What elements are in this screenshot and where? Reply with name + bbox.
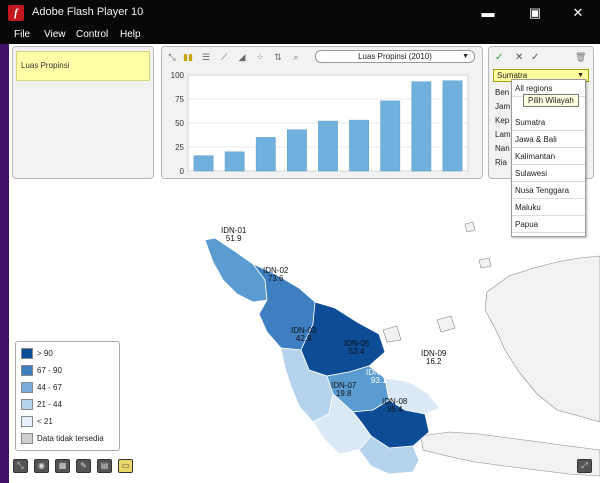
chart-bar[interactable] [286,129,307,172]
menu-help[interactable]: Help [120,29,141,40]
map-label-idn-06: IDN-06 93.1 [366,368,392,385]
indicator-dropdown[interactable]: Luas Propinsi (2010) ▼ [315,50,475,63]
map-island-small [436,315,456,333]
y-tick-label: 50 [175,119,184,128]
legend-swatch [21,399,33,410]
area-chart-icon[interactable]: ◢ [236,52,248,62]
fullscreen-icon[interactable]: ⤡ [13,459,28,473]
map-island-java [420,431,600,477]
minimize-button[interactable]: ▬ [466,0,510,26]
region-list-item[interactable]: Lam [495,130,511,139]
expand-icon[interactable]: ⤢ [577,459,592,473]
menu-control[interactable]: Control [76,29,108,40]
flash-player-window: f Adobe Flash Player 10 ▬ ▣ ✕ File View … [0,0,600,483]
chart-bar[interactable] [255,137,276,172]
region-list-item[interactable]: Ben [495,88,509,97]
zoom-icon[interactable]: ⌕ [290,52,302,62]
image-icon[interactable]: ▦ [55,459,70,473]
map-island-kalimantan [484,255,600,423]
chart-panel: ⤡ ▮▮ ☰ ⟋ ◢ ⁘ ⇅ ⌕ Luas Propinsi (2010) ▼ … [161,46,483,179]
map-label-idn-04: IDN-04 94.6 [314,287,340,304]
legend-swatch [21,433,33,444]
chart-bar[interactable] [380,100,401,172]
y-tick-label: 100 [171,71,185,80]
map-island-small [382,325,402,343]
flash-app-icon: f [8,5,24,21]
title-bar: f Adobe Flash Player 10 ▬ ▣ ✕ [0,0,600,26]
note-icon[interactable]: ▭ [118,459,133,473]
map-label-idn-09: IDN-09 16.2 [421,349,447,366]
title-panel: Luas Propinsi [12,46,154,179]
close-button[interactable]: ✕ [556,0,600,26]
map-legend: > 90 67 - 90 44 - 67 21 - 44 < 21 Data t… [15,341,120,451]
indicator-title[interactable]: Luas Propinsi [16,51,150,81]
dropdown-option-kalimantan[interactable]: Kalimantan [512,148,585,165]
table-icon[interactable]: ▤ [97,459,112,473]
legend-swatch [21,416,33,427]
window-title: Adobe Flash Player 10 [32,6,144,18]
eye-icon[interactable]: ◉ [34,459,49,473]
map-label-idn-03: IDN-03 42.9 [291,326,317,343]
map-label-idn-01: IDN-01 51.9 [221,226,247,243]
dropdown-option-maluku[interactable]: Maluku [512,199,585,216]
chevron-down-icon: ▼ [462,53,469,60]
region-list-item[interactable]: Ria [495,158,507,167]
map-label-idn-07: IDN-07 19.8 [331,381,357,398]
y-tick-label: 75 [175,95,184,104]
chart-bar[interactable] [411,81,432,172]
menu-view[interactable]: View [44,29,66,40]
region-list-item[interactable]: Jam [495,102,510,111]
chart-bar[interactable] [318,120,338,172]
bar-chart-icon[interactable]: ▮▮ [182,52,194,62]
chart-bar[interactable] [442,80,463,172]
map-label-idn-05: IDN-05 53.4 [344,339,370,356]
dropdown-option-nusa-tenggara[interactable]: Nusa Tenggara [512,182,585,199]
map-label-idn-08: IDN-08 35.4 [382,397,408,414]
map-label-idn-02: IDN-02 73.6 [263,266,289,283]
indicator-dropdown-value: Luas Propinsi (2010) [358,52,432,61]
dropdown-option-sulawesi[interactable]: Sulawesi [512,165,585,182]
maximize-button[interactable]: ▣ [513,0,557,26]
dropdown-option-jawa-bali[interactable]: Jawa & Bali [512,131,585,148]
edit-icon[interactable]: ✎ [76,459,91,473]
chart-bar[interactable] [349,119,370,172]
tooltip: Pilih Wilayah [523,94,579,107]
horizontal-bar-icon[interactable]: ☰ [200,52,212,62]
chart-bar[interactable] [193,155,214,172]
map-island-small [464,221,476,233]
flash-stage: Luas Propinsi ⤡ ▮▮ ☰ ⟋ ◢ ⁘ ⇅ ⌕ Luas Prop… [9,44,600,483]
line-chart-icon[interactable]: ⟋ [218,52,230,62]
chart-bar[interactable] [224,151,245,172]
y-tick-label: 25 [175,143,184,152]
bar-chart: 0 25 50 75 100 [171,71,469,176]
sort-icon[interactable]: ⇅ [272,52,284,62]
dropdown-option-sumatra[interactable]: Sumatra [512,114,585,131]
check-icon[interactable]: ✓ [495,52,503,63]
legend-swatch [21,348,33,359]
map-island-small [478,257,492,269]
y-tick-label: 0 [180,167,185,176]
region-list-item[interactable]: Nan [495,144,510,153]
check-all-icon[interactable]: ✓ [531,52,539,63]
scatter-chart-icon[interactable]: ⁘ [254,52,266,62]
cross-icon[interactable]: ✕ [515,52,523,63]
legend-swatch [21,382,33,393]
select-tool-icon[interactable]: ⤡ [166,52,178,62]
menu-bar: File View Control Help [0,26,600,44]
legend-swatch [21,365,33,376]
trash-icon[interactable]: 🗑 [575,52,586,63]
dropdown-option-papua[interactable]: Papua [512,216,585,233]
menu-file[interactable]: File [14,29,30,40]
region-list-item[interactable]: Kep [495,116,509,125]
